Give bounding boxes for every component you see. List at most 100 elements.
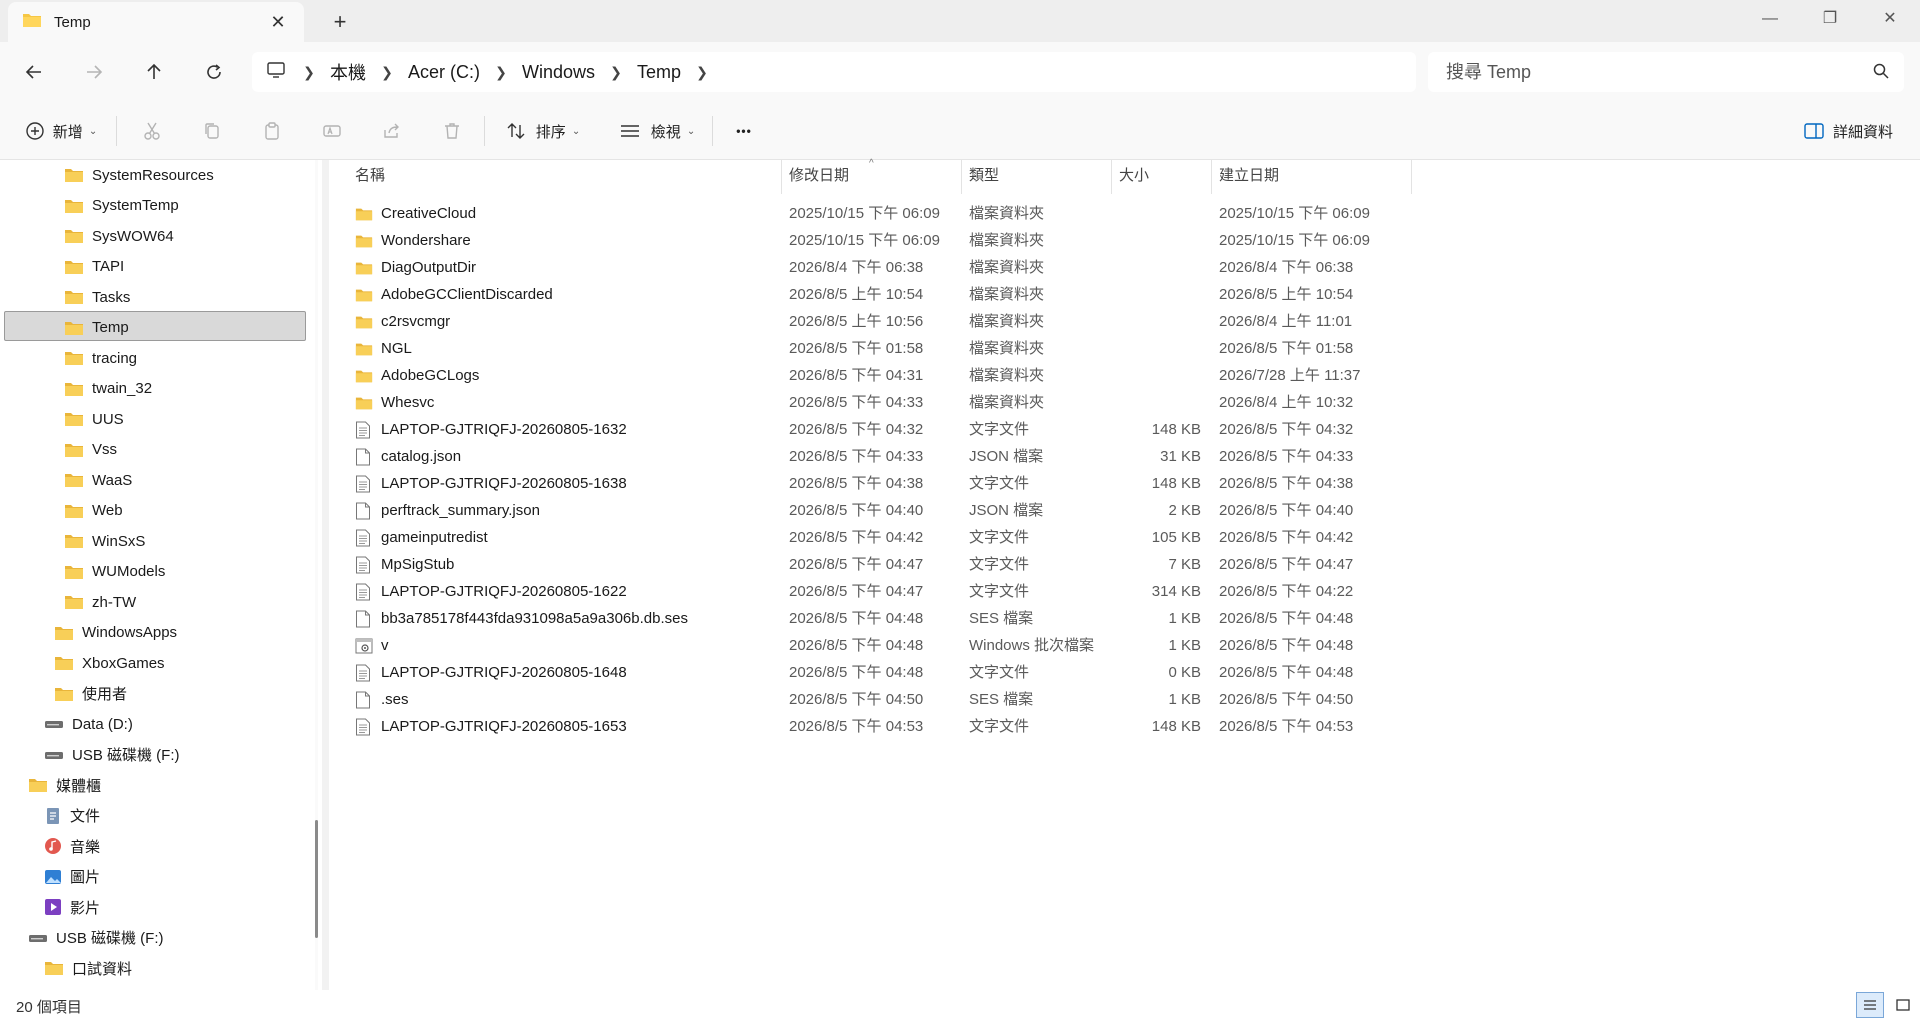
file-row[interactable]: LAPTOP-GJTRIQFJ-20260805-1653 2026/8/5 下午… <box>329 713 1429 740</box>
sidebar-item[interactable]: SystemResources <box>64 161 214 189</box>
chevron-right-icon[interactable]: ❯ <box>695 64 709 81</box>
sidebar-item[interactable]: USB 磁碟機 (F:) <box>28 924 164 952</box>
pane-divider[interactable] <box>322 160 329 990</box>
file-created: 2026/8/5 下午 04:50 <box>1219 691 1354 708</box>
details-view-button[interactable] <box>1856 992 1884 1018</box>
file-row[interactable]: c2rsvcmgr 2026/8/5 上午 10:56 檔案資料夾 2026/8/4 … <box>329 308 1429 335</box>
share-button[interactable] <box>374 114 410 148</box>
file-row[interactable]: LAPTOP-GJTRIQFJ-20260805-1638 2026/8/5 下午… <box>329 470 1429 497</box>
sidebar-item[interactable]: twain_32 <box>64 375 152 403</box>
file-row[interactable]: gameinputredist 2026/8/5 下午 04:42 文字文件 105 … <box>329 524 1429 551</box>
sidebar-item[interactable]: 使用者 <box>54 680 127 708</box>
file-row[interactable]: LAPTOP-GJTRIQFJ-20260805-1648 2026/8/5 下午… <box>329 659 1429 686</box>
up-button[interactable] <box>136 54 172 90</box>
copy-button[interactable] <box>194 114 230 148</box>
sidebar-item[interactable]: Web <box>64 497 123 525</box>
sidebar-item[interactable]: Data (D:) <box>44 710 133 738</box>
back-button[interactable] <box>16 54 52 90</box>
sort-button[interactable]: 排序 ⌄ <box>500 114 586 148</box>
tab-close-icon[interactable]: ✕ <box>268 12 288 32</box>
paste-button[interactable] <box>254 114 290 148</box>
sidebar-item[interactable]: SystemTemp <box>64 192 179 220</box>
column-separator[interactable] <box>1411 160 1412 194</box>
sidebar-item[interactable]: XboxGames <box>54 649 165 677</box>
text-file-icon <box>355 421 373 439</box>
sidebar-item[interactable]: zh-TW <box>64 588 136 616</box>
file-row[interactable]: catalog.json 2026/8/5 下午 04:33 JSON 檔案 31 K… <box>329 443 1429 470</box>
sidebar-item[interactable]: WinSxS <box>64 527 145 555</box>
sidebar-item[interactable]: 影片 <box>44 893 100 921</box>
file-row[interactable]: v 2026/8/5 下午 04:48 Windows 批次檔案 1 KB 2026/8… <box>329 632 1429 659</box>
column-header-type[interactable]: 類型 <box>961 160 1111 192</box>
sidebar-item[interactable]: UUS <box>64 405 124 433</box>
chevron-right-icon[interactable]: ❯ <box>494 64 508 81</box>
sidebar-item[interactable]: 圖片 <box>44 863 100 891</box>
file-name-cell: LAPTOP-GJTRIQFJ-20260805-1653 <box>355 713 627 740</box>
sidebar-item[interactable]: Tasks <box>64 283 130 311</box>
folder-icon <box>64 381 84 397</box>
tiles-view-button[interactable] <box>1890 992 1916 1018</box>
new-tab-button[interactable]: + <box>326 8 354 36</box>
file-row[interactable]: AdobeGCClientDiscarded 2026/8/5 上午 10:54 檔… <box>329 281 1429 308</box>
sidebar-item[interactable]: 口試資料 <box>44 954 132 982</box>
chevron-right-icon[interactable]: ❯ <box>609 64 623 81</box>
file-row[interactable]: perftrack_summary.json 2026/8/5 下午 04:40 J… <box>329 497 1429 524</box>
minimize-button[interactable]: — <box>1740 0 1800 38</box>
sidebar-item[interactable]: WUModels <box>64 558 165 586</box>
close-window-button[interactable]: ✕ <box>1860 0 1920 38</box>
breadcrumb-drive-c[interactable]: Acer (C:) <box>408 62 480 83</box>
this-pc-icon[interactable] <box>266 61 286 83</box>
file-row[interactable]: Wondershare 2025/10/15 下午 06:09 檔案資料夾 2025/… <box>329 227 1429 254</box>
file-row[interactable]: DiagOutputDir 2026/8/4 下午 06:38 檔案資料夾 2026/… <box>329 254 1429 281</box>
sidebar-item[interactable]: tracing <box>64 344 137 372</box>
sidebar-item[interactable]: 音樂 <box>44 832 100 860</box>
sidebar-item[interactable]: 文件 <box>44 802 100 830</box>
file-row[interactable]: .ses 2026/8/5 下午 04:50 SES 檔案 1 KB 2026/8/5 … <box>329 686 1429 713</box>
file-row[interactable]: CreativeCloud 2025/10/15 下午 06:09 檔案資料夾 202… <box>329 200 1429 227</box>
view-button[interactable]: 檢視 ⌄ <box>614 114 700 148</box>
maximize-button[interactable]: ❐ <box>1800 0 1860 38</box>
sidebar-item[interactable]: WindowsApps <box>54 619 177 647</box>
chevron-right-icon[interactable]: ❯ <box>380 64 394 81</box>
new-label: 新增 <box>52 123 83 141</box>
search-icon[interactable] <box>1872 62 1890 84</box>
search-box[interactable] <box>1428 52 1904 92</box>
breadcrumb-this-pc[interactable]: 本機 <box>330 59 366 85</box>
sidebar-item[interactable]: WaaS <box>64 466 132 494</box>
file-type: 檔案資料夾 <box>969 313 1045 330</box>
cut-button[interactable] <box>134 114 170 148</box>
sidebar-item[interactable]: TAPI <box>64 253 124 281</box>
column-header-size[interactable]: 大小 <box>1111 160 1211 192</box>
navigation-scrollbar[interactable] <box>315 160 318 990</box>
breadcrumb-windows[interactable]: Windows <box>522 62 595 83</box>
sidebar-item[interactable]: SysWOW64 <box>64 222 174 250</box>
sidebar-item[interactable]: 媒體櫃 <box>28 771 101 799</box>
file-row[interactable]: NGL 2026/8/5 下午 01:58 檔案資料夾 2026/8/5 下午 01:… <box>329 335 1429 362</box>
forward-button[interactable] <box>76 54 112 90</box>
tab-temp[interactable]: Temp ✕ <box>8 2 304 42</box>
sidebar-item[interactable]: USB 磁碟機 (F:) <box>44 741 180 769</box>
rename-button[interactable] <box>314 114 350 148</box>
new-button[interactable]: 新增 ⌄ <box>20 114 102 148</box>
delete-button[interactable] <box>434 114 470 148</box>
breadcrumb-temp[interactable]: Temp <box>637 62 681 83</box>
chevron-right-icon[interactable]: ❯ <box>302 64 316 81</box>
sidebar-item[interactable]: Temp <box>64 314 129 342</box>
file-row[interactable]: LAPTOP-GJTRIQFJ-20260805-1622 2026/8/5 下午… <box>329 578 1429 605</box>
refresh-button[interactable] <box>196 54 232 90</box>
file-row[interactable]: LAPTOP-GJTRIQFJ-20260805-1632 2026/8/5 下午… <box>329 416 1429 443</box>
file-row[interactable]: bb3a785178f443fda931098a5a9a306b.db.ses 2… <box>329 605 1429 632</box>
column-header-name[interactable]: 名稱 <box>329 160 781 192</box>
details-pane-button[interactable]: 詳細資料 <box>1798 114 1898 148</box>
column-header-created[interactable]: 建立日期 <box>1211 160 1411 192</box>
breadcrumb[interactable]: ❯ 本機 ❯ Acer (C:) ❯ Windows ❯ Temp ❯ <box>252 52 1416 92</box>
file-modified: 2025/10/15 下午 06:09 <box>789 232 940 249</box>
scrollbar-thumb[interactable] <box>315 820 318 938</box>
file-row[interactable]: Whesvc 2026/8/5 下午 04:33 檔案資料夾 2026/8/4 上午 … <box>329 389 1429 416</box>
file-row[interactable]: MpSigStub 2026/8/5 下午 04:47 文字文件 7 KB 2026/8… <box>329 551 1429 578</box>
sidebar-item[interactable]: Vss <box>64 436 117 464</box>
search-input[interactable] <box>1428 52 1848 92</box>
more-options-button[interactable]: ••• <box>726 114 762 148</box>
file-row[interactable]: AdobeGCLogs 2026/8/5 下午 04:31 檔案資料夾 2026/7/… <box>329 362 1429 389</box>
file-modified: 2026/8/5 下午 04:38 <box>789 475 924 492</box>
